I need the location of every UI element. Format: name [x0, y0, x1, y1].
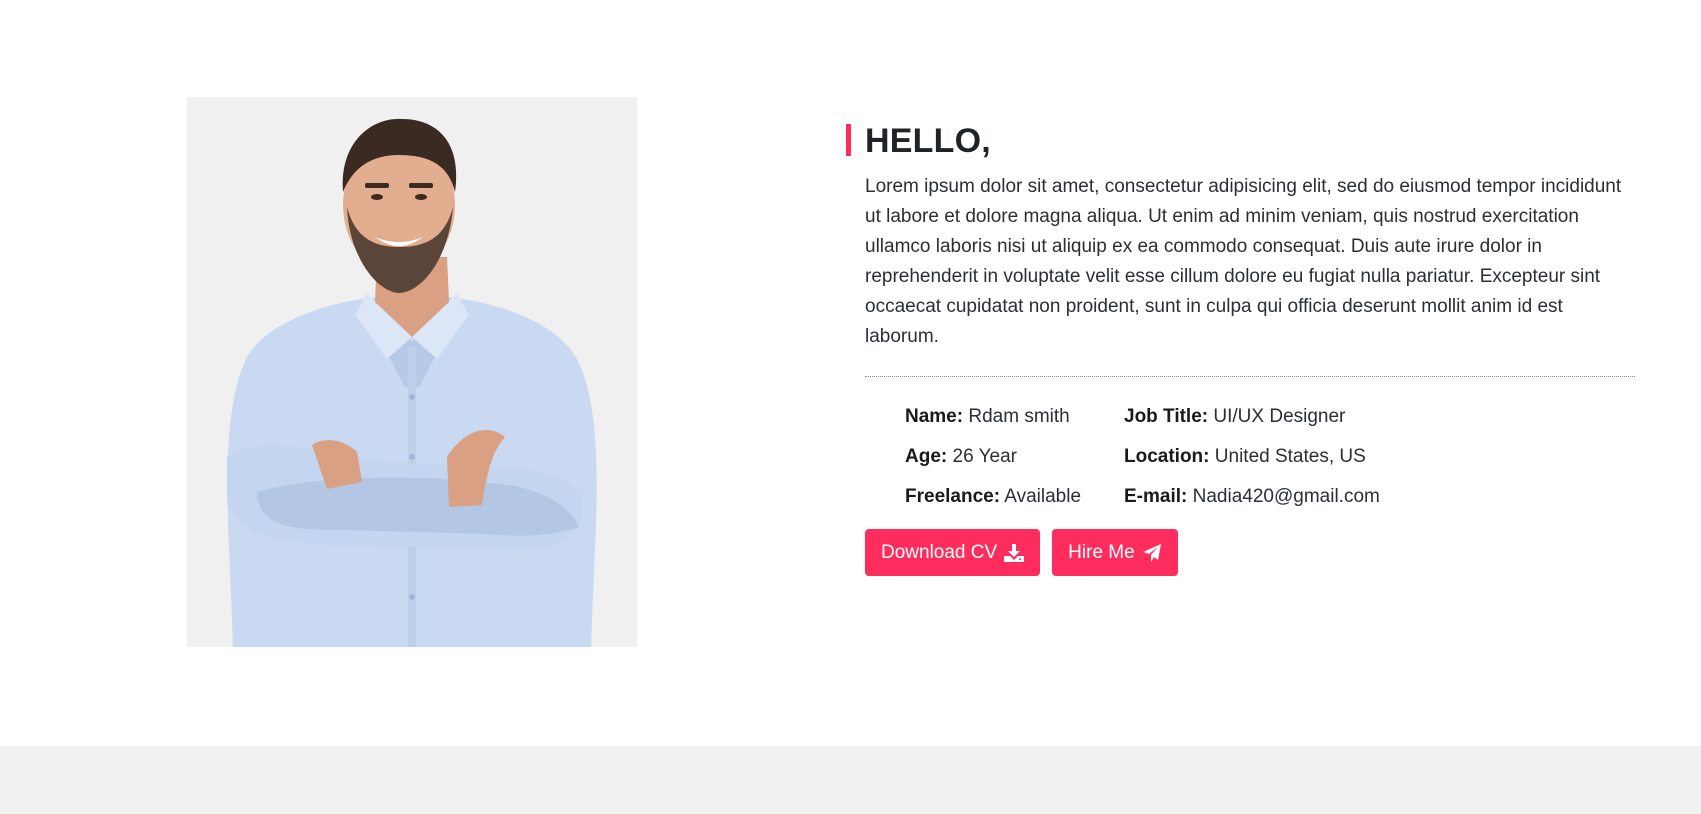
intro-paragraph: Lorem ipsum dolor sit amet, consectetur … — [865, 176, 1622, 347]
info-age: Age: 26 Year — [905, 445, 1124, 485]
person-illustration — [187, 97, 637, 647]
hire-me-button[interactable]: Hire Me — [1052, 529, 1178, 576]
hire-me-label: Hire Me — [1068, 541, 1135, 563]
info-value: Nadia420@gmail.com — [1192, 486, 1380, 507]
about-section: HELLO, Lorem ipsum dolor sit amet, conse… — [0, 0, 1701, 746]
paper-plane-icon — [1142, 543, 1161, 562]
heading: HELLO, — [845, 120, 1635, 162]
info-label: Job Title: — [1124, 406, 1209, 427]
dotted-divider — [865, 376, 1635, 377]
info-name: Name: Rdam smith — [905, 405, 1124, 445]
info-email: E-mail: Nadia420@gmail.com — [1124, 485, 1380, 525]
personal-info: Name: Rdam smith Age: 26 Year Freelance:… — [905, 405, 1635, 525]
download-cv-label: Download CV — [881, 541, 998, 563]
profile-photo — [187, 97, 637, 647]
heading-accent-bar — [846, 124, 851, 156]
info-label: Age: — [905, 446, 948, 467]
info-value: UI/UX Designer — [1213, 406, 1346, 427]
heading-text: HELLO, — [865, 122, 991, 160]
info-column-right: Job Title: UI/UX Designer Location: Unit… — [1124, 405, 1380, 525]
info-label: Location: — [1124, 446, 1210, 467]
info-freelance: Freelance: Available — [905, 485, 1124, 525]
info-label: E-mail: — [1124, 486, 1188, 507]
info-value: 26 Year — [952, 446, 1017, 467]
action-buttons: Download CV Hire Me — [865, 529, 1635, 576]
download-icon — [1004, 543, 1025, 562]
info-value: Available — [1004, 486, 1082, 507]
info-job-title: Job Title: UI/UX Designer — [1124, 405, 1380, 445]
info-label: Freelance: — [905, 486, 1001, 507]
info-value: Rdam smith — [968, 406, 1070, 427]
about-content: HELLO, Lorem ipsum dolor sit amet, conse… — [845, 120, 1635, 576]
info-value: United States, US — [1214, 446, 1366, 467]
next-section-background — [0, 746, 1701, 814]
download-cv-button[interactable]: Download CV — [865, 529, 1041, 576]
info-label: Name: — [905, 406, 964, 427]
info-location: Location: United States, US — [1124, 445, 1380, 485]
info-column-left: Name: Rdam smith Age: 26 Year Freelance:… — [905, 405, 1124, 525]
